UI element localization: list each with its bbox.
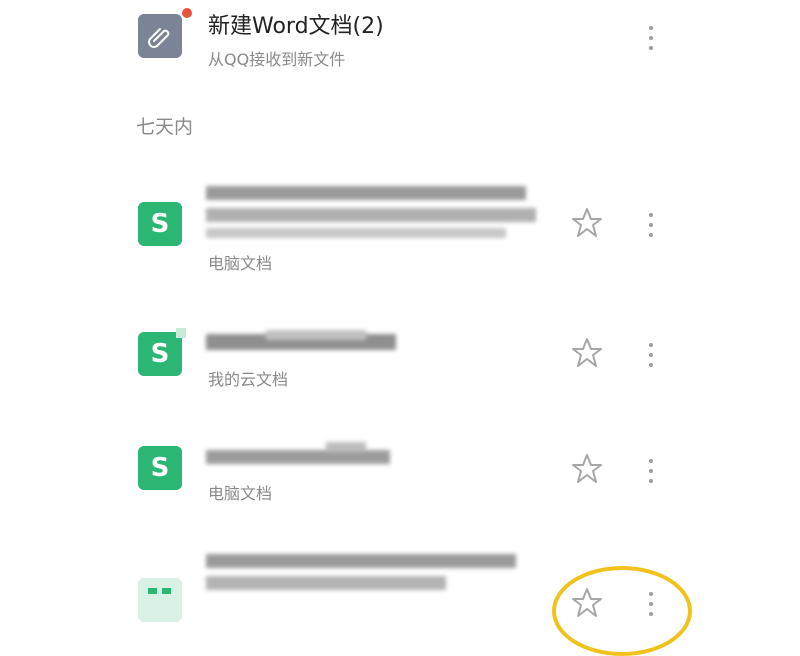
more-options-icon[interactable] — [646, 459, 656, 483]
wps-doc-icon — [138, 578, 182, 622]
star-icon[interactable] — [570, 452, 604, 486]
star-icon[interactable] — [570, 206, 604, 240]
file-row-top[interactable]: 新建Word文档(2) 从QQ接收到新文件 — [0, 0, 800, 90]
wps-sheet-icon: S — [138, 202, 182, 246]
file-title: 新建Word文档(2) — [208, 14, 384, 39]
file-row[interactable]: S 电脑文档 — [0, 170, 800, 280]
annotation-circle — [552, 566, 692, 656]
sync-indicator — [176, 328, 186, 338]
more-options-icon[interactable] — [646, 213, 656, 237]
file-title-blurred — [206, 182, 536, 242]
star-icon[interactable] — [570, 336, 604, 370]
section-label: 七天内 — [136, 116, 194, 138]
paperclip-icon — [138, 14, 182, 58]
file-title-blurred — [206, 550, 526, 600]
file-subtitle: 电脑文档 — [208, 484, 273, 503]
notification-badge — [182, 8, 192, 18]
more-options-icon[interactable] — [646, 343, 656, 367]
file-subtitle: 我的云文档 — [208, 370, 289, 389]
wps-sheet-icon: S — [138, 446, 182, 490]
file-subtitle: 从QQ接收到新文件 — [208, 50, 346, 69]
wps-sheet-icon: S — [138, 332, 182, 376]
file-row[interactable]: S 我的云文档 — [0, 310, 800, 420]
more-options-icon[interactable] — [646, 26, 656, 50]
file-row[interactable]: S 电脑文档 — [0, 430, 800, 530]
file-subtitle: 电脑文档 — [208, 254, 273, 273]
file-title-blurred — [206, 438, 406, 478]
file-title-blurred — [206, 326, 406, 366]
